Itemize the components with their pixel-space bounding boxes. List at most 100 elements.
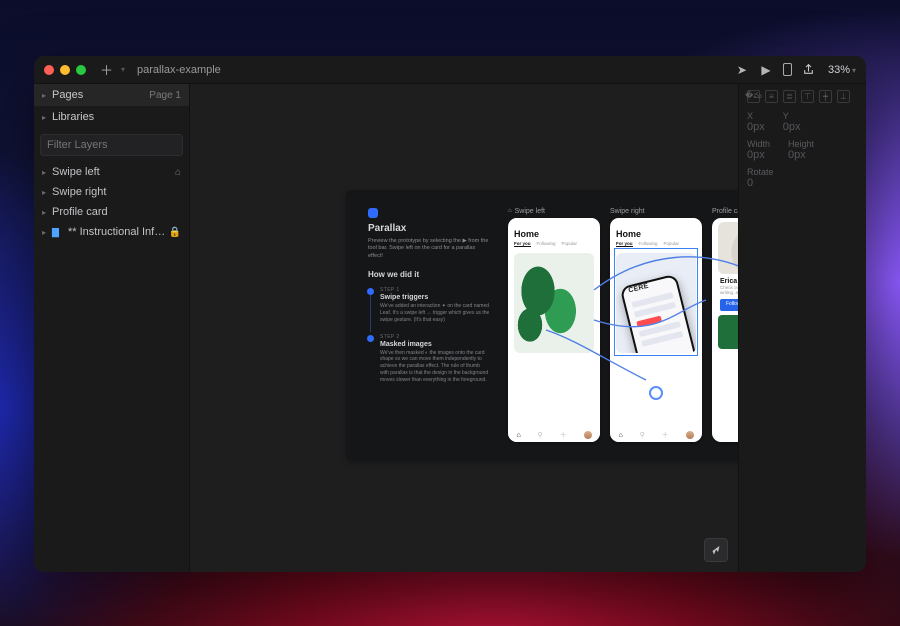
align-top-button[interactable]: ⊤ bbox=[801, 90, 814, 103]
artboard-swipe-left[interactable]: ⌂Swipe left Home For you Following Popul… bbox=[508, 208, 600, 442]
instructional-frame[interactable]: Parallax Preview the prototype by select… bbox=[346, 190, 738, 460]
chevron-right-icon: ▸ bbox=[42, 113, 52, 122]
chevron-right-icon: ▸ bbox=[42, 208, 52, 217]
width-value[interactable]: 0px bbox=[747, 149, 770, 161]
libraries-section-header[interactable]: ▸ Libraries bbox=[34, 106, 189, 128]
how-heading: How we did it bbox=[368, 270, 490, 279]
add-nav-icon: ＋ bbox=[560, 430, 567, 440]
minimize-window-button[interactable] bbox=[60, 65, 70, 75]
info-subtitle: Preview the prototype by selecting the ▶… bbox=[368, 238, 490, 260]
align-left-button[interactable]: �మ bbox=[747, 90, 760, 103]
step-desc: We've then masked ◐ the images onto the … bbox=[380, 350, 490, 384]
step-2: STEP 2 Masked images We've then masked ◐… bbox=[368, 334, 490, 384]
share-button[interactable] bbox=[802, 63, 816, 77]
tab: Following bbox=[537, 241, 556, 247]
artboard-label: Swipe right bbox=[610, 208, 645, 215]
filter-layers-input[interactable] bbox=[40, 134, 183, 156]
document-title: parallax-example bbox=[137, 64, 221, 76]
artboard-profile-card[interactable]: Profile card Erica Simmons Check out all… bbox=[712, 208, 738, 442]
tilted-phone-mock: CERE bbox=[620, 274, 696, 353]
search-nav-icon: ⚲ bbox=[538, 431, 543, 439]
width-label: Width bbox=[747, 139, 770, 149]
add-page-button[interactable]: ＋ bbox=[100, 60, 113, 79]
screen-heading: Home bbox=[610, 225, 702, 241]
rotate-value[interactable]: 0 bbox=[747, 177, 774, 189]
step-dot-icon bbox=[367, 288, 374, 295]
add-nav-icon: ＋ bbox=[662, 430, 669, 440]
home-icon: ⌂ bbox=[175, 167, 181, 178]
profile-bio: Check out all my faves, pictures and wri… bbox=[712, 285, 738, 299]
layer-row-swipe-right[interactable]: ▸ Swipe right bbox=[34, 182, 189, 202]
layer-label: Swipe left bbox=[52, 166, 175, 178]
current-page-name: Page 1 bbox=[149, 90, 181, 101]
step-eyebrow: STEP 2 bbox=[380, 334, 490, 340]
avatar-nav-icon bbox=[584, 431, 592, 439]
layer-label: Swipe right bbox=[52, 186, 181, 198]
artboard-swipe-right[interactable]: Swipe right Home For you Following Popul… bbox=[610, 208, 702, 442]
search-nav-icon: ⚲ bbox=[640, 431, 645, 439]
layer-label: Profile card bbox=[52, 206, 181, 218]
parallax-badge-icon bbox=[368, 208, 378, 218]
close-window-button[interactable] bbox=[44, 65, 54, 75]
align-center-button[interactable]: ≡ bbox=[765, 90, 778, 103]
home-nav-icon: ⌂ bbox=[618, 432, 622, 439]
tab: Popular bbox=[562, 241, 578, 247]
layer-row-profile-card[interactable]: ▸ Profile card bbox=[34, 202, 189, 222]
step-1: STEP 1 Swipe triggers We've added an int… bbox=[368, 287, 490, 323]
info-column: Parallax Preview the prototype by select… bbox=[368, 208, 490, 442]
align-middle-button[interactable]: ┿ bbox=[819, 90, 832, 103]
pages-label: Pages bbox=[52, 89, 149, 101]
info-title: Parallax bbox=[368, 223, 490, 234]
folder-icon: ▇ bbox=[52, 227, 64, 238]
device-preview-button[interactable] bbox=[783, 63, 792, 76]
step-title: Masked images bbox=[380, 341, 490, 348]
layer-row-swipe-left[interactable]: ▸ Swipe left ⌂ bbox=[34, 162, 189, 182]
bottom-nav: ⌂ ⚲ ＋ bbox=[610, 428, 702, 442]
profile-name: Erica Simmons bbox=[712, 278, 738, 285]
bottom-nav: ⌂ ⚲ ＋ bbox=[508, 428, 600, 442]
selection-handle[interactable] bbox=[649, 386, 663, 400]
screen-tabs: For you Following Popular bbox=[610, 241, 702, 249]
artboard-label: Profile card bbox=[712, 208, 738, 215]
zoom-window-button[interactable] bbox=[76, 65, 86, 75]
phone-frame: Erica Simmons Check out all my faves, pi… bbox=[712, 218, 738, 442]
alignment-controls: �మ ≡ ≣ ⊤ ┿ ⊥ bbox=[747, 90, 858, 103]
zoom-level[interactable]: 33%▾ bbox=[828, 64, 856, 76]
cursor-tool-icon[interactable]: ➤ bbox=[735, 63, 749, 77]
toolbar-right: ➤ ▶ 33%▾ bbox=[735, 63, 856, 77]
y-value[interactable]: 0px bbox=[783, 121, 801, 133]
filter-layers-field bbox=[40, 134, 183, 156]
layer-row-instructional[interactable]: ▸ ▇ ** Instructional Info** 🔒 bbox=[34, 222, 189, 242]
step-desc: We've added an interaction ✦ on the card… bbox=[380, 303, 490, 323]
step-eyebrow: STEP 1 bbox=[380, 287, 490, 293]
y-label: Y bbox=[783, 111, 801, 121]
titlebar: ＋ ▾ parallax-example ➤ ▶ 33%▾ bbox=[34, 56, 866, 84]
chevron-down-icon: ▾ bbox=[121, 65, 125, 74]
tab: Popular bbox=[664, 241, 680, 247]
phone-frame: Home For you Following Popular ⌂ ⚲ ＋ bbox=[508, 218, 600, 442]
home-nav-icon: ⌂ bbox=[516, 432, 520, 439]
align-bottom-button[interactable]: ⊥ bbox=[837, 90, 850, 103]
profile-grid bbox=[712, 315, 738, 349]
pages-section-header[interactable]: ▸ Pages Page 1 bbox=[34, 84, 189, 106]
x-value[interactable]: 0px bbox=[747, 121, 765, 133]
height-value[interactable]: 0px bbox=[788, 149, 814, 161]
layer-label: ** Instructional Info** bbox=[68, 226, 169, 238]
phone-card: CERE bbox=[616, 253, 696, 353]
chevron-right-icon: ▸ bbox=[42, 91, 52, 100]
chevron-right-icon: ▸ bbox=[42, 188, 52, 197]
lock-icon: 🔒 bbox=[169, 227, 181, 238]
screen-heading: Home bbox=[508, 225, 600, 241]
tab: Following bbox=[639, 241, 658, 247]
chevron-right-icon: ▸ bbox=[42, 228, 52, 237]
avatar-nav-icon bbox=[686, 431, 694, 439]
left-sidebar: ▸ Pages Page 1 ▸ Libraries ▸ Swipe left … bbox=[34, 84, 190, 572]
align-right-button[interactable]: ≣ bbox=[783, 90, 796, 103]
presentation-mode-button[interactable] bbox=[704, 538, 728, 562]
design-canvas[interactable]: Parallax Preview the prototype by select… bbox=[190, 84, 738, 572]
artboard-label: Swipe left bbox=[515, 208, 545, 215]
follow-button[interactable]: Follow bbox=[720, 299, 738, 311]
home-icon: ⌂ bbox=[508, 208, 512, 215]
leaf-card bbox=[514, 253, 594, 353]
play-prototype-button[interactable]: ▶ bbox=[759, 63, 773, 77]
